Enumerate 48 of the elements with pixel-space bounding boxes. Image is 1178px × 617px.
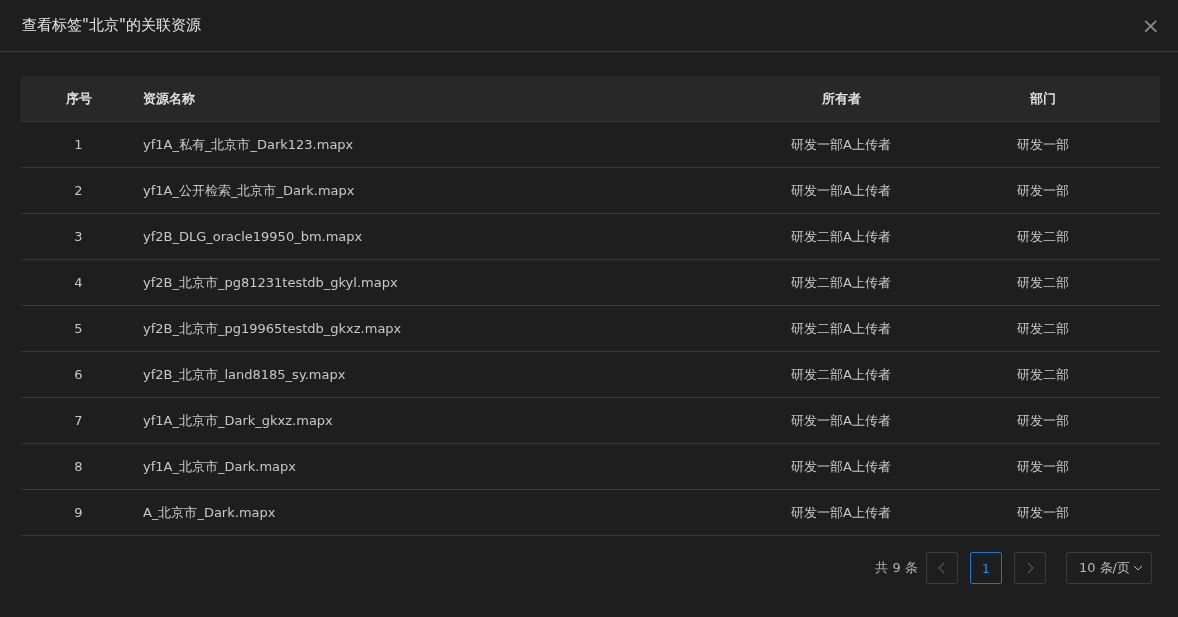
table-cell-text: yf2B_北京市_pg19965testdb_gkxz.mapx [142, 319, 402, 338]
table-cell: 研发二部 [1017, 365, 1069, 384]
total-count: 共 9 条 [875, 559, 918, 577]
table-cell: 9 [74, 505, 83, 520]
table-cell: 1 [74, 137, 83, 152]
table-cell: 研发二部 [1017, 273, 1069, 292]
table-cell-text: yf1A_公开检索_北京市_Dark.mapx [142, 181, 355, 200]
dialog-title: 查看标签"北京"的关联资源 [22, 16, 201, 35]
table-cell: 研发一部A上传者 [791, 181, 891, 200]
table-cell: 研发一部A上传者 [791, 503, 891, 522]
chevron-left-icon [937, 562, 946, 574]
table-cell: 研发二部A上传者 [791, 227, 891, 246]
table-cell: 2 [74, 183, 83, 198]
table-cell-text: yf1A_北京市_Dark_gkxz.mapx [142, 411, 333, 430]
table-cell: 研发二部A上传者 [791, 273, 891, 292]
table-cell-text: yf2B_北京市_land8185_sy.mapx [142, 365, 346, 384]
page-button[interactable]: 1 [969, 552, 1002, 584]
column-header: 资源名称 [142, 89, 195, 108]
table-cell: 研发一部A上传者 [791, 457, 891, 476]
table-cell: 研发一部 [1017, 411, 1069, 430]
table-cell: 7 [74, 413, 83, 428]
column-header: 部门 [1030, 89, 1056, 108]
table-cell: 研发一部 [1017, 503, 1069, 522]
table-cell: 研发二部A上传者 [791, 365, 891, 384]
table-cell: 8 [74, 459, 83, 474]
table-cell: 研发二部 [1017, 319, 1069, 338]
table-cell: 研发二部A上传者 [791, 319, 891, 338]
table-cell: 研发一部 [1017, 457, 1069, 476]
table-cell: 4 [74, 275, 83, 290]
close-button[interactable]: × [1137, 13, 1164, 38]
table-cell-text: yf2B_北京市_pg81231testdb_gkyl.mapx [142, 273, 398, 292]
page-size-select[interactable]: 10 条/页 [1065, 552, 1152, 584]
table-cell: 研发一部A上传者 [791, 135, 891, 154]
table-cell: 研发一部A上传者 [791, 411, 891, 430]
table-cell: 研发一部 [1017, 181, 1069, 200]
caret-down-icon [1133, 565, 1143, 571]
table-cell: 研发二部 [1017, 227, 1069, 246]
column-header: 所有者 [821, 89, 861, 108]
table-cell: 5 [74, 321, 83, 336]
table-cell: 研发一部 [1017, 135, 1069, 154]
table-cell-text: A_北京市_Dark.mapx [142, 503, 276, 522]
table-cell-text: yf2B_DLG_oracle19950_bm.mapx [142, 229, 363, 244]
column-header: 序号 [65, 89, 92, 108]
table-cell-text: yf1A_私有_北京市_Dark123.mapx [142, 135, 354, 154]
table-cell: 3 [74, 229, 83, 244]
chevron-right-icon [1025, 562, 1034, 574]
table-cell-text: yf1A_北京市_Dark.mapx [142, 457, 296, 476]
table-cell: 6 [74, 367, 83, 382]
